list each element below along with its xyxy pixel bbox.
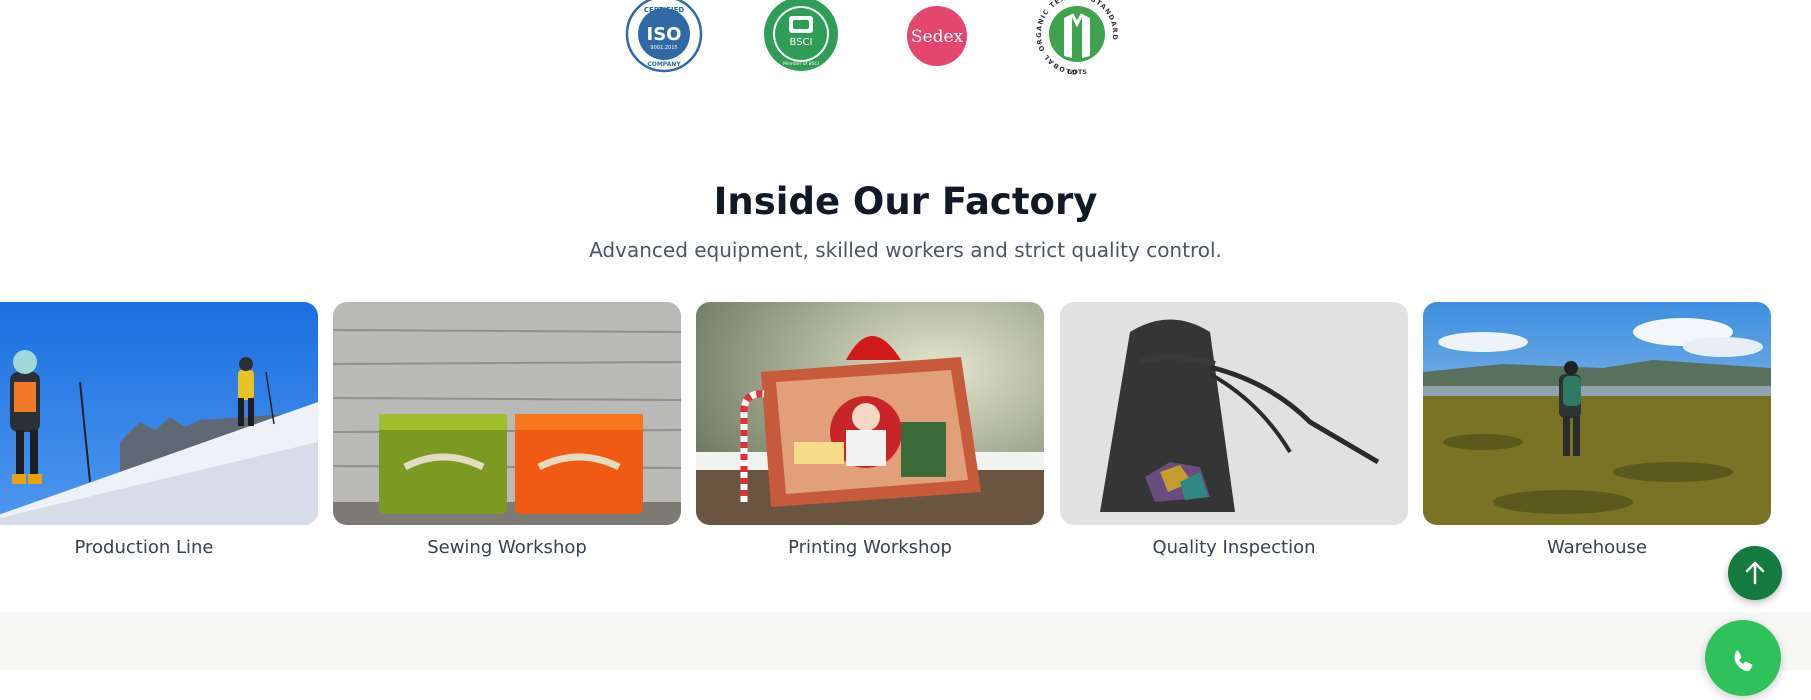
- factory-section: CERTIFIED ISO 9001:2015 COMPANY BSCI Mem…: [0, 0, 1811, 612]
- printing-workshop-image: [696, 302, 1044, 525]
- card-caption: Production Line: [74, 537, 214, 558]
- whatsapp-chat-button[interactable]: [1705, 620, 1781, 696]
- factory-card-sewing-workshop[interactable]: Sewing Workshop: [333, 302, 681, 572]
- gots-badge-icon: GLOBAL ORGANIC TEXTILE STANDARD GOTS: [1034, 0, 1120, 82]
- bsci-badge-icon: BSCI Member of BSCI: [761, 0, 841, 78]
- card-caption: Sewing Workshop: [427, 537, 587, 558]
- section-subtitle: Advanced equipment, skilled workers and …: [589, 238, 1222, 262]
- phone-icon: [1734, 650, 1753, 672]
- svg-text:BSCI: BSCI: [790, 37, 813, 48]
- section-title: Inside Our Factory: [713, 180, 1098, 223]
- svg-text:GOTS: GOTS: [1067, 68, 1087, 76]
- certification-logos: CERTIFIED ISO 9001:2015 COMPANY BSCI Mem…: [0, 0, 1811, 76]
- factory-carousel[interactable]: Production Line Sewing Workshop Printing…: [0, 302, 1811, 572]
- factory-card-production-line[interactable]: Production Line: [0, 302, 318, 572]
- sewing-workshop-image: [333, 302, 681, 525]
- back-to-top-button[interactable]: [1728, 546, 1782, 600]
- card-caption: Quality Inspection: [1152, 537, 1316, 558]
- iso-certified-badge-icon: CERTIFIED ISO 9001:2015 COMPANY: [624, 0, 704, 78]
- svg-text:9001:2015: 9001:2015: [650, 45, 677, 51]
- svg-text:COMPANY: COMPANY: [647, 61, 681, 68]
- factory-card-warehouse[interactable]: Warehouse: [1423, 302, 1771, 572]
- factory-card-quality-inspection[interactable]: Quality Inspection: [1060, 302, 1408, 572]
- quality-inspection-image: [1060, 302, 1408, 525]
- factory-card-printing-workshop[interactable]: Printing Workshop: [696, 302, 1044, 572]
- card-caption: Printing Workshop: [788, 537, 952, 558]
- svg-text:Sedex: Sedex: [911, 27, 964, 47]
- production-line-image: [0, 302, 318, 525]
- arrow-up-icon: [1745, 561, 1765, 585]
- warehouse-image: [1423, 302, 1771, 525]
- svg-text:ISO: ISO: [647, 24, 682, 45]
- card-caption: Warehouse: [1546, 537, 1648, 558]
- svg-text:CERTIFIED: CERTIFIED: [644, 6, 685, 14]
- sedex-badge-icon: Sedex: [906, 0, 968, 78]
- next-section-band: [0, 612, 1811, 670]
- svg-text:Member of BSCI: Member of BSCI: [783, 61, 819, 67]
